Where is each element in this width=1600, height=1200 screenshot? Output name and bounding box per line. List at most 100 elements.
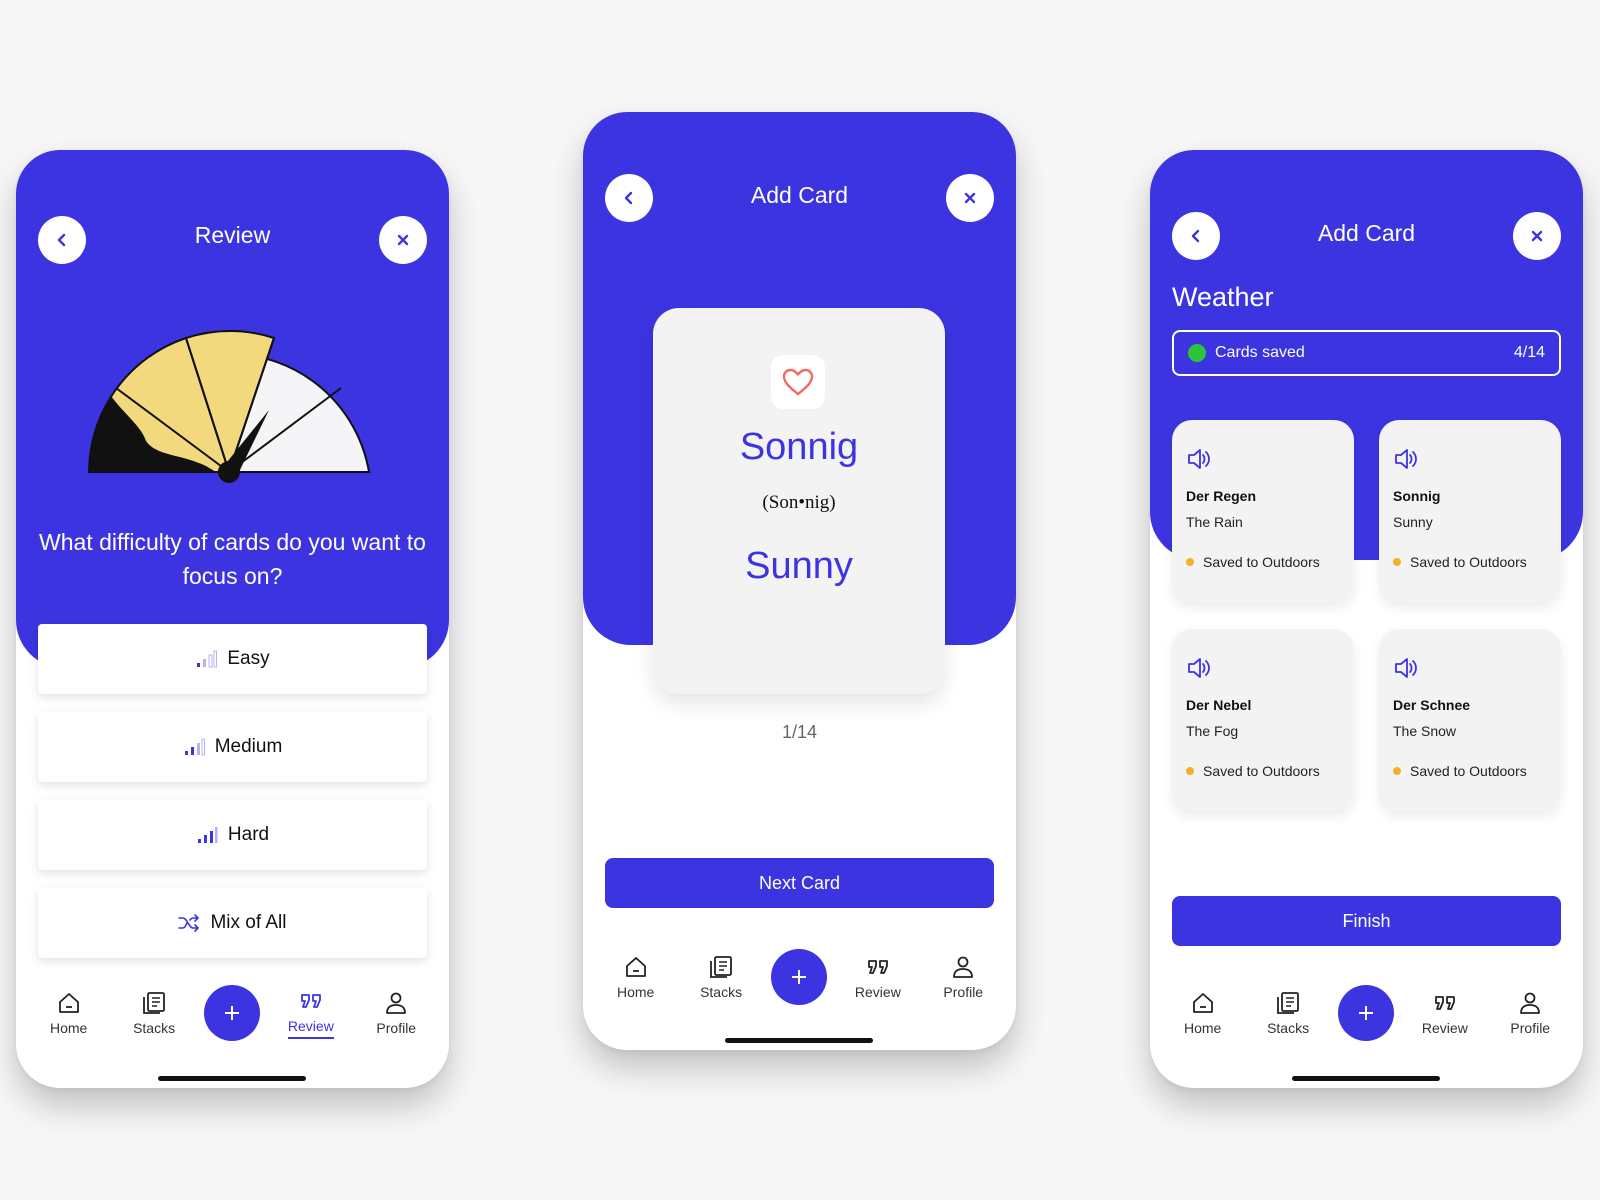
status-text: Saved to Outdoors — [1410, 554, 1527, 570]
card-translation: The Fog — [1186, 723, 1239, 739]
word-card[interactable]: Der Schnee The Snow Saved to Outdoors — [1379, 629, 1561, 811]
close-icon — [964, 192, 976, 204]
nav-label: Profile — [943, 984, 984, 1000]
card-translation: Sunny — [745, 545, 853, 587]
speaker-icon[interactable] — [1393, 446, 1419, 472]
option-label: Medium — [214, 736, 283, 757]
signal-low-icon — [197, 650, 218, 668]
stacks-icon — [1277, 992, 1299, 1014]
saved-cards-screen: Add Card Weather Cards saved 4/14 Der Re… — [1150, 150, 1583, 1088]
saved-label: Cards saved — [1215, 344, 1305, 361]
nav-review[interactable]: Review — [843, 954, 913, 1000]
nav-profile[interactable]: Profile — [1495, 990, 1565, 1036]
word-card[interactable]: Der Nebel The Fog Saved to Outdoors — [1172, 629, 1354, 811]
difficulty-gauge — [87, 330, 371, 483]
option-medium[interactable]: Medium — [38, 712, 427, 782]
nav-home[interactable]: Home — [1168, 990, 1238, 1036]
nav-home[interactable]: Home — [34, 990, 104, 1036]
card-word: Der Regen — [1186, 488, 1257, 504]
profile-icon — [1520, 992, 1541, 1014]
word-card[interactable]: Sonnig Sunny Saved to Outdoors — [1379, 420, 1561, 602]
status-dot — [1393, 558, 1401, 566]
nav-label: Home — [617, 984, 655, 1000]
nav-label: Stacks — [1267, 1020, 1310, 1036]
close-button[interactable] — [946, 174, 994, 222]
status-text: Saved to Outdoors — [1203, 763, 1320, 779]
nav-label: Review — [1421, 1020, 1468, 1036]
favorite-button[interactable] — [771, 355, 825, 409]
status-dot — [1188, 344, 1206, 362]
home-indicator — [1292, 1076, 1440, 1081]
card-status: Saved to Outdoors — [1393, 554, 1527, 570]
question-text: What difficulty of cards do you want to … — [39, 529, 426, 589]
add-card-screen: Add Card Sonnig (Son•nig) Sunny 1/14 Nex… — [583, 112, 1016, 1050]
review-icon — [1434, 996, 1455, 1010]
nav-label: Stacks — [133, 1020, 176, 1036]
card-translation: The Snow — [1393, 723, 1457, 739]
plus-icon — [792, 970, 807, 984]
back-button[interactable] — [38, 216, 86, 264]
nav-label: Home — [1184, 1020, 1222, 1036]
close-icon — [397, 234, 409, 246]
nav-stacks[interactable]: Stacks — [686, 954, 756, 1000]
close-button[interactable] — [1513, 212, 1561, 260]
back-button[interactable] — [1172, 212, 1220, 260]
status-text: Saved to Outdoors — [1203, 554, 1320, 570]
plus-icon — [225, 1006, 240, 1020]
saved-progress: Cards saved 4/14 — [1172, 330, 1561, 376]
home-indicator — [725, 1038, 873, 1043]
speaker-icon[interactable] — [1186, 446, 1212, 472]
signal-high-icon — [197, 827, 218, 843]
option-easy[interactable]: Easy — [38, 624, 427, 694]
nav-label: Review — [854, 984, 901, 1000]
card-word: Sonnig — [1393, 488, 1441, 504]
status-dot — [1186, 558, 1194, 566]
add-button[interactable] — [771, 949, 828, 1005]
plus-icon — [1359, 1006, 1374, 1020]
home-icon — [625, 957, 646, 977]
card-word: Der Schnee — [1393, 697, 1471, 713]
add-button[interactable] — [204, 985, 261, 1041]
nav-stacks[interactable]: Stacks — [1253, 990, 1323, 1036]
flashcard[interactable]: Sonnig (Son•nig) Sunny — [653, 308, 945, 694]
stack-name: Weather — [1172, 282, 1274, 312]
nav-label: Profile — [376, 1020, 417, 1036]
shuffle-icon — [178, 914, 200, 932]
back-button[interactable] — [605, 174, 653, 222]
status-dot — [1393, 767, 1401, 775]
nav-profile[interactable]: Profile — [928, 954, 998, 1000]
close-button[interactable] — [379, 216, 427, 264]
option-mix[interactable]: Mix of All — [38, 888, 427, 958]
chevron-left-icon — [1191, 229, 1200, 243]
nav-home[interactable]: Home — [601, 954, 671, 1000]
card-word: Der Nebel — [1186, 697, 1252, 713]
add-button[interactable] — [1338, 985, 1395, 1041]
nav-label: Home — [50, 1020, 88, 1036]
nav-review[interactable]: Review — [276, 988, 346, 1039]
next-card-button[interactable]: Next Card — [605, 858, 994, 908]
word-card[interactable]: Der Regen The Rain Saved to Outdoors — [1172, 420, 1354, 602]
option-label: Hard — [227, 824, 270, 845]
saved-count: 4/14 — [1513, 344, 1545, 361]
option-hard[interactable]: Hard — [38, 800, 427, 870]
page-title: Review — [194, 222, 271, 248]
nav-review[interactable]: Review — [1410, 990, 1480, 1036]
bottom-nav: Home Stacks Review Profile — [16, 978, 449, 1048]
option-label: Mix of All — [210, 912, 287, 933]
card-status: Saved to Outdoors — [1186, 554, 1320, 570]
stacks-icon — [710, 956, 732, 978]
home-icon — [1192, 993, 1213, 1013]
nav-stacks[interactable]: Stacks — [119, 990, 189, 1036]
review-screen: Review What difficulty of cards do you w… — [16, 150, 449, 1088]
card-status: Saved to Outdoors — [1393, 763, 1527, 779]
nav-profile[interactable]: Profile — [361, 990, 431, 1036]
card-pronunciation: (Son•nig) — [762, 492, 836, 513]
speaker-icon[interactable] — [1393, 655, 1419, 681]
bottom-nav: Home Stacks Review Profile — [583, 942, 1016, 1012]
page-title: Add Card — [750, 182, 849, 208]
nav-label: Review — [287, 1018, 334, 1039]
speaker-icon[interactable] — [1186, 655, 1212, 681]
finish-button[interactable]: Finish — [1172, 896, 1561, 946]
card-translation: Sunny — [1393, 514, 1433, 530]
review-icon — [867, 960, 888, 974]
